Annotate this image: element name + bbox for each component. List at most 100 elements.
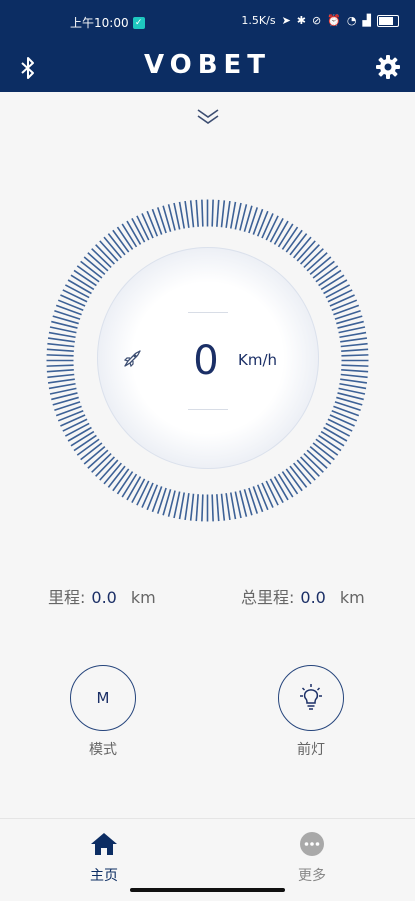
dial-tick: [136, 480, 150, 506]
dial-tick: [195, 494, 199, 522]
dial-tick: [273, 476, 289, 501]
dial-tick: [67, 279, 92, 295]
nav-more-label: 更多: [298, 868, 326, 884]
rocket-icon: [123, 350, 141, 368]
lightbulb-icon: [300, 684, 322, 710]
wifi-icon: ◔: [346, 14, 357, 27]
dial-tick: [126, 476, 142, 501]
dial-tick: [229, 201, 237, 229]
total-distance: 总里程: 0.0 km: [241, 584, 365, 608]
settings-button[interactable]: [373, 52, 403, 82]
dial-tick: [173, 202, 181, 230]
speed-unit: Km/h: [238, 351, 278, 369]
dial-tick: [323, 426, 348, 442]
dial-tick: [265, 215, 279, 241]
dial-tick: [331, 299, 358, 312]
dial-tick: [341, 369, 369, 373]
speed-divider-bottom: [188, 409, 228, 410]
dial-tick: [325, 422, 351, 437]
dial-tick: [269, 478, 284, 504]
speed-value: 0: [193, 338, 219, 384]
status-time: 上午10:00: [70, 16, 129, 30]
trip-value: 0.0: [91, 588, 117, 607]
dial-tick: [273, 220, 289, 245]
dial-tick: [201, 199, 204, 227]
dial-tick: [62, 289, 88, 303]
mute-icon: ⊘: [312, 14, 322, 27]
dial-tick: [46, 354, 74, 357]
status-bar: 上午10:00 ✓ 1.5K/s ➤ ✱ ⊘ ⏰ ◔ ▟: [0, 0, 415, 44]
dial-tick: [256, 210, 269, 237]
dial-tick: [67, 426, 92, 442]
battery-icon: [377, 14, 399, 27]
collapse-button[interactable]: [193, 104, 223, 130]
status-bluetooth-icon: ✱: [296, 14, 306, 27]
dial-tick: [211, 199, 214, 227]
dial-tick: [141, 482, 154, 508]
dial-tick: [331, 409, 358, 422]
dial-tick: [48, 382, 76, 390]
mode-button[interactable]: M: [70, 665, 136, 731]
dial-tick: [341, 348, 369, 352]
dial-tick: [195, 199, 199, 227]
dial-tick: [234, 202, 242, 230]
dial-tick: [234, 491, 242, 519]
nav-item-more[interactable]: 更多: [272, 831, 352, 885]
dial-tick: [49, 387, 77, 395]
dial-tick: [201, 494, 204, 522]
dial-tick: [62, 418, 88, 432]
dial-tick: [265, 480, 279, 506]
signal-icon: ▟: [362, 14, 371, 27]
dial-tick: [256, 484, 269, 511]
dial-tick: [338, 387, 366, 395]
home-indicator: [130, 888, 285, 892]
dial-tick: [173, 491, 181, 519]
dial-tick: [46, 369, 74, 373]
status-right: 1.5K/s ➤ ✱ ⊘ ⏰ ◔ ▟: [241, 14, 399, 27]
trip-distance: 里程: 0.0 km: [48, 584, 156, 608]
double-chevron-down-icon: [197, 109, 219, 124]
dial-tick: [216, 199, 220, 227]
dial-tick: [178, 201, 186, 229]
network-speed: 1.5K/s: [241, 14, 276, 27]
headlight-label: 前灯: [297, 742, 325, 758]
nav-item-home[interactable]: 主页: [64, 831, 144, 885]
dial-tick: [57, 409, 84, 422]
dial-tick: [189, 493, 195, 521]
notification-check-icon: ✓: [132, 16, 145, 29]
dial-tick: [220, 493, 226, 521]
dial-tick: [46, 348, 74, 352]
dial-tick: [225, 200, 231, 228]
dial-tick: [60, 414, 86, 427]
dial-tick: [220, 200, 226, 228]
app-title: VOBET: [143, 50, 272, 80]
dial-tick: [48, 331, 76, 339]
dial-tick: [329, 414, 355, 427]
headlight-button[interactable]: [278, 665, 344, 731]
dial-tick: [339, 382, 367, 390]
dial-tick: [46, 364, 74, 367]
dial-tick: [47, 337, 75, 343]
dial-tick: [341, 364, 369, 367]
total-value: 0.0: [300, 588, 326, 607]
dial-tick: [261, 213, 274, 239]
dial-tick: [340, 337, 368, 343]
dial-tick: [340, 373, 368, 379]
location-icon: ➤: [281, 14, 291, 27]
dial-tick: [64, 422, 90, 437]
dial-tick: [131, 478, 146, 504]
dial-tick: [341, 354, 369, 357]
dial-tick: [146, 210, 159, 237]
dial-tick: [323, 279, 348, 295]
dial-tick: [189, 200, 195, 228]
dial-tick: [184, 200, 190, 228]
dial-tick: [211, 494, 214, 522]
dial-tick: [49, 326, 77, 334]
dial-tick: [126, 220, 142, 245]
dial-tick: [269, 217, 284, 243]
dial-tick: [329, 294, 355, 307]
trip-unit: km: [130, 588, 156, 607]
status-left: 上午10:00 ✓: [70, 14, 145, 31]
dial-tick: [340, 342, 368, 348]
total-unit: km: [339, 588, 365, 607]
